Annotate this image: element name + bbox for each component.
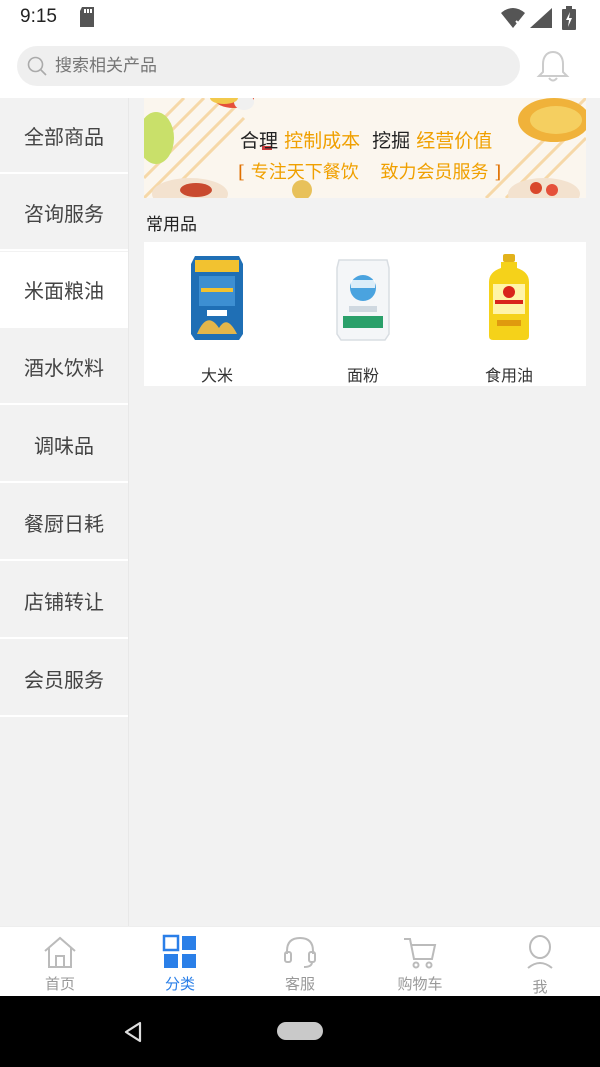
sidebar-item-drinks[interactable]: 酒水饮料	[0, 329, 128, 405]
banner-line-2: [ 专注天下餐饮 致力会员服务 ]	[238, 162, 502, 183]
banner-line-1: 合理 控制成本 挖掘 经营价值	[240, 126, 492, 153]
tab-me[interactable]: 我	[480, 930, 600, 996]
banner-text: 合理	[240, 130, 279, 152]
tab-customer-service[interactable]: 客服	[240, 930, 360, 994]
sidebar-item-label: 全部商品	[24, 124, 104, 149]
product-item-cooking-oil[interactable]: 食用油	[436, 252, 582, 385]
tab-label: 购物车	[397, 975, 443, 993]
sidebar-item-seasoning[interactable]: 调味品	[0, 407, 128, 483]
battery-icon	[562, 6, 576, 30]
category-sidebar: 全部商品 咨询服务 米面粮油 酒水饮料 调味品 餐厨日耗 店铺转让 会员服务	[0, 98, 129, 926]
flour-bag-icon	[336, 259, 390, 341]
banner-text: 经营价值	[416, 130, 493, 152]
search-icon	[27, 56, 47, 76]
wifi-icon	[501, 8, 525, 28]
tab-cart[interactable]: 购物车	[360, 930, 480, 994]
banner-text: 控制成本	[284, 130, 361, 152]
tab-category[interactable]: 分类	[120, 930, 240, 994]
tab-label: 客服	[284, 975, 315, 993]
sidebar-item-all-goods[interactable]: 全部商品	[0, 98, 128, 174]
sidebar-item-label: 会员服务	[24, 667, 104, 692]
banner-text: 致力会员服务	[380, 162, 489, 183]
sidebar-item-shop-transfer[interactable]: 店铺转让	[0, 563, 128, 639]
sidebar-item-label: 酒水饮料	[24, 355, 104, 380]
tab-home[interactable]: 首页	[0, 930, 120, 994]
sidebar-item-grain-oil[interactable]: 米面粮油	[0, 252, 128, 328]
product-label: 面粉	[346, 366, 379, 385]
signal-icon	[530, 8, 552, 28]
bell-icon[interactable]	[535, 48, 571, 84]
tab-label: 首页	[44, 975, 75, 993]
product-label: 大米	[200, 366, 233, 385]
sidebar-item-label: 米面粮油	[24, 278, 104, 303]
product-item-rice[interactable]: 大米	[144, 252, 290, 385]
user-icon	[527, 935, 553, 969]
product-item-flour[interactable]: 面粉	[290, 252, 436, 385]
tab-label: 分类	[164, 975, 195, 993]
oil-bottle-icon	[489, 254, 529, 340]
sd-card-icon	[80, 7, 94, 27]
section-title: 常用品	[146, 215, 197, 235]
banner-text: 专注天下餐饮	[250, 162, 359, 183]
product-grid: 大米 面粉 食用油	[144, 242, 586, 386]
search-input[interactable]	[55, 46, 495, 86]
sidebar-item-label: 咨询服务	[24, 201, 104, 226]
product-label: 食用油	[484, 366, 533, 385]
rice-bag-icon	[191, 256, 243, 340]
banner-text: 挖掘	[372, 130, 411, 152]
sidebar-item-member-service[interactable]: 会员服务	[0, 641, 128, 717]
back-icon[interactable]	[122, 1020, 144, 1044]
home-pill-button[interactable]	[277, 1022, 323, 1040]
headset-icon	[284, 936, 316, 968]
sidebar-item-label: 店铺转让	[24, 589, 104, 614]
promo-banner[interactable]: 合理 控制成本 挖掘 经营价值 [ 专注天下餐饮 致力会员服务 ]	[144, 98, 586, 198]
sidebar-item-consulting[interactable]: 咨询服务	[0, 175, 128, 251]
sidebar-item-label: 餐厨日耗	[24, 511, 104, 536]
status-time: 9:15	[20, 6, 57, 27]
sidebar-item-label: 调味品	[34, 433, 94, 458]
cart-icon	[404, 938, 437, 969]
tab-label: 我	[532, 978, 548, 996]
category-grid-icon	[162, 934, 196, 968]
home-icon	[44, 936, 76, 968]
sidebar-item-kitchen-supplies[interactable]: 餐厨日耗	[0, 485, 128, 561]
